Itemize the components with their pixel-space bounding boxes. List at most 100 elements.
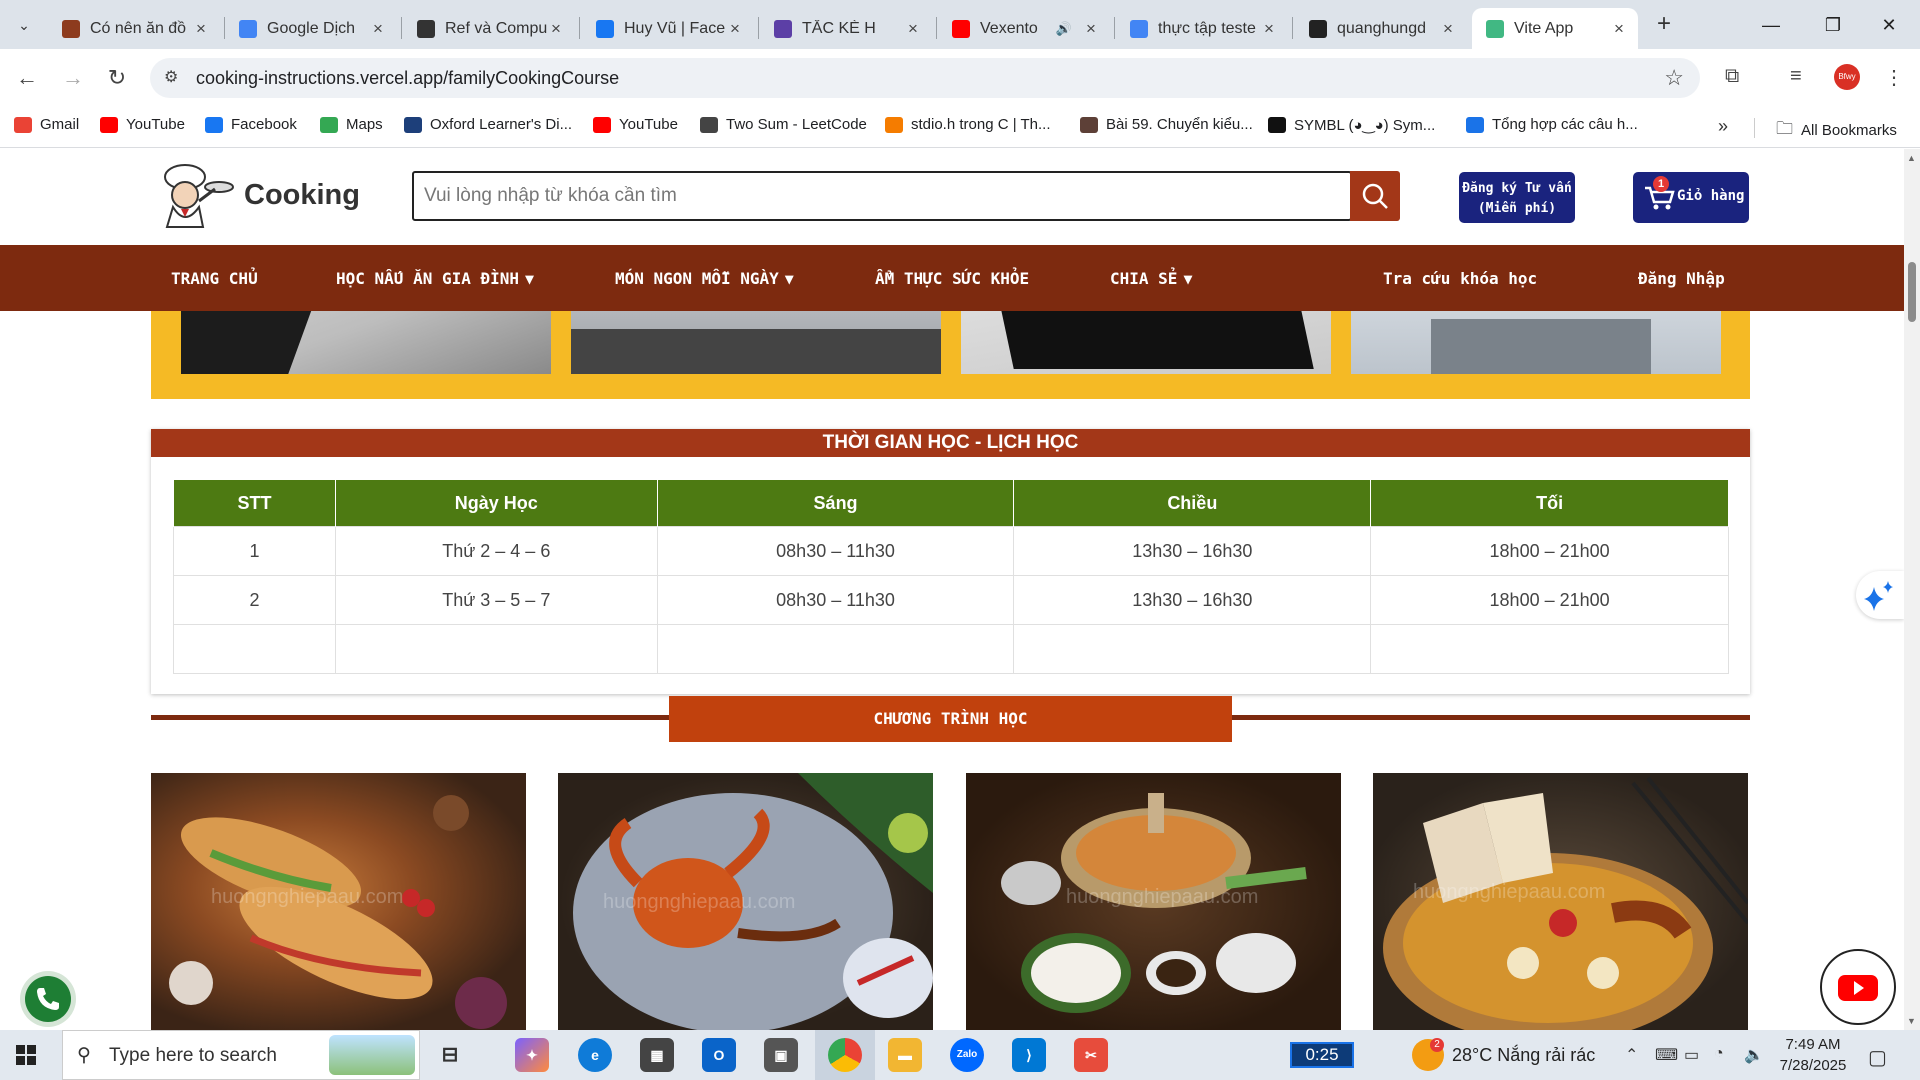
all-bookmarks-button[interactable]: 🗀 All Bookmarks xyxy=(1776,116,1897,145)
windows-taskbar: ⚲ Type here to search ⊟ ✦ e ▦ O ▣ ▬ Zalo… xyxy=(0,1030,1920,1080)
tab-search-menu-icon[interactable]: ⌄ xyxy=(10,12,38,38)
bookmark-item[interactable]: Bài 59. Chuyển kiểu... xyxy=(1080,116,1253,133)
outlook-icon[interactable]: O xyxy=(702,1038,736,1072)
more-bookmarks-icon[interactable]: » xyxy=(1718,116,1728,137)
tool-icon[interactable]: ✂ xyxy=(1074,1038,1108,1072)
bookmark-item[interactable]: stdio.h trong C | Th... xyxy=(885,116,1051,133)
close-tab-icon[interactable]: × xyxy=(547,19,565,39)
bookmark-item[interactable]: Gmail xyxy=(14,116,79,133)
volume-icon[interactable]: 🔈 xyxy=(1744,1045,1764,1065)
bookmark-item[interactable]: SYMBL (◕‿◕) Sym... xyxy=(1268,116,1435,134)
reload-icon[interactable]: ↻ xyxy=(100,61,134,95)
bookmark-item[interactable]: Oxford Learner's Di... xyxy=(404,116,572,133)
bookmark-icon xyxy=(1466,116,1484,133)
table-cell: 13h30 – 16h30 xyxy=(1013,575,1372,625)
nav-login[interactable]: Đăng Nhập xyxy=(1638,269,1725,288)
profile-avatar[interactable]: Bfwy xyxy=(1834,64,1860,90)
timer-widget[interactable]: 0:25 xyxy=(1290,1042,1354,1068)
wifi-icon[interactable]: ◔ xyxy=(1714,1045,1724,1063)
weather-text[interactable]: 28°C Nắng rải rác xyxy=(1452,1045,1595,1066)
nav-share[interactable]: CHIA SẺ ▼ xyxy=(1110,269,1192,288)
extensions-icon[interactable]: ⧉ xyxy=(1725,65,1739,88)
cart-count-badge: 1 xyxy=(1653,176,1669,192)
browser-tab[interactable]: Huy Vũ | Face × xyxy=(582,8,754,49)
close-tab-icon[interactable]: × xyxy=(1260,19,1278,39)
browser-tab[interactable]: Google Dịch × xyxy=(225,8,397,49)
chevron-up-icon[interactable]: ⌃ xyxy=(1625,1045,1638,1065)
copilot-icon[interactable]: ✦ xyxy=(515,1038,549,1072)
nav-healthy-food[interactable]: ẨM THỰC SỨC KHỎE xyxy=(875,269,1029,288)
bookmark-label: Maps xyxy=(346,116,383,133)
back-icon[interactable]: ← xyxy=(10,61,44,95)
site-search-button[interactable] xyxy=(1350,171,1400,221)
nav-daily-dishes[interactable]: MÓN NGON MỖI NGÀY ▼ xyxy=(615,269,794,288)
bookmark-item[interactable]: YouTube xyxy=(593,116,678,133)
new-tab-button[interactable]: + xyxy=(1650,12,1678,38)
page-scrollbar[interactable]: ▲ ▼ xyxy=(1904,149,1920,1030)
site-logo-text[interactable]: Cooking xyxy=(244,179,360,212)
edge-icon[interactable]: e xyxy=(578,1038,612,1072)
site-info-icon[interactable]: ⚙ xyxy=(164,67,178,87)
media-control-icon[interactable]: ≡ xyxy=(1790,65,1802,88)
bookmark-item[interactable]: Facebook xyxy=(205,116,297,133)
youtube-button[interactable] xyxy=(1820,949,1896,1025)
bookmark-item[interactable]: Two Sum - LeetCode xyxy=(700,116,867,133)
battery-icon[interactable]: ▭ xyxy=(1684,1045,1699,1065)
scroll-up-icon[interactable]: ▲ xyxy=(1907,153,1916,163)
nav-family-cooking[interactable]: HỌC NẤU ĂN GIA ĐÌNH ▼ xyxy=(336,269,534,288)
chrome-icon[interactable] xyxy=(828,1038,862,1072)
bookmark-item[interactable]: YouTube xyxy=(100,116,185,133)
task-view-icon[interactable]: ⊟ xyxy=(433,1038,467,1072)
browser-menu-icon[interactable]: ⋮ xyxy=(1884,65,1904,90)
browser-tab[interactable]: Vexento 🔊 × xyxy=(938,8,1110,49)
taskbar-search[interactable]: ⚲ Type here to search xyxy=(62,1030,420,1080)
bookmark-item[interactable]: Maps xyxy=(320,116,383,133)
course-image-noodle[interactable]: huongnghiepaau.com xyxy=(1373,773,1748,1030)
vscode-icon[interactable]: ⟩ xyxy=(1012,1038,1046,1072)
course-image-crab[interactable]: huongnghiepaau.com xyxy=(558,773,933,1030)
browser-tab[interactable]: quanghungd × xyxy=(1295,8,1467,49)
browser-tab[interactable]: thực tập teste × xyxy=(1116,8,1288,49)
scroll-thumb[interactable] xyxy=(1908,262,1916,322)
close-tab-icon[interactable]: × xyxy=(1439,19,1457,39)
app-icon[interactable]: ▣ xyxy=(764,1038,798,1072)
meet-now-icon[interactable]: ⌨ xyxy=(1655,1045,1678,1065)
browser-tab[interactable]: Có nên ăn đồ × xyxy=(48,8,220,49)
store-icon[interactable]: ▦ xyxy=(640,1038,674,1072)
zalo-icon[interactable]: Zalo xyxy=(950,1038,984,1072)
close-window-icon[interactable]: ✕ xyxy=(1866,10,1912,40)
nav-course-lookup[interactable]: Tra cứu khóa học xyxy=(1383,269,1537,288)
free-consult-button[interactable]: Đăng ký Tư vấn (Miễn phí) xyxy=(1459,172,1575,223)
site-search-input[interactable] xyxy=(424,183,1304,209)
notifications-icon[interactable]: ▢ xyxy=(1868,1045,1887,1070)
taskbar-clock[interactable]: 7:49 AM 7/28/2025 xyxy=(1770,1034,1856,1076)
chef-logo-icon[interactable] xyxy=(155,161,235,229)
call-button[interactable] xyxy=(25,976,71,1022)
close-tab-icon[interactable]: × xyxy=(726,19,744,39)
address-bar[interactable]: ⚙ cooking-instructions.vercel.app/family… xyxy=(150,58,1700,98)
nav-home[interactable]: TRANG CHỦ xyxy=(171,269,258,288)
close-tab-icon[interactable]: × xyxy=(1610,19,1628,39)
windows-start-icon[interactable] xyxy=(16,1045,36,1065)
bookmark-star-icon[interactable]: ☆ xyxy=(1664,65,1684,91)
close-tab-icon[interactable]: × xyxy=(1082,19,1100,39)
main-nav: TRANG CHỦ HỌC NẤU ĂN GIA ĐÌNH ▼ MÓN NGON … xyxy=(0,245,1904,311)
file-explorer-icon[interactable]: ▬ xyxy=(888,1038,922,1072)
audio-playing-icon[interactable]: 🔊 xyxy=(1056,21,1072,37)
browser-tab[interactable]: TẮC KÈ H × xyxy=(760,8,932,49)
openai-icon xyxy=(417,19,435,38)
cart-button[interactable]: 1 Giỏ hàng xyxy=(1633,172,1749,223)
close-tab-icon[interactable]: × xyxy=(904,19,922,39)
course-image-hotpot[interactable]: huongnghiepaau.com xyxy=(966,773,1341,1030)
close-tab-icon[interactable]: × xyxy=(192,19,210,39)
bookmark-item[interactable]: Tổng hợp các câu h... xyxy=(1466,116,1638,133)
minimize-icon[interactable]: — xyxy=(1748,10,1794,40)
scroll-down-icon[interactable]: ▼ xyxy=(1907,1016,1916,1026)
browser-tab[interactable]: Vite App × xyxy=(1472,8,1638,49)
forward-icon[interactable]: → xyxy=(56,61,90,95)
course-image-banh-mi[interactable]: huongnghiepaau.com xyxy=(151,773,526,1030)
ai-assistant-button[interactable] xyxy=(1856,571,1904,619)
restore-icon[interactable]: ❐ xyxy=(1810,10,1856,40)
browser-tab[interactable]: Ref và Compu × xyxy=(403,8,575,49)
close-tab-icon[interactable]: × xyxy=(369,19,387,39)
